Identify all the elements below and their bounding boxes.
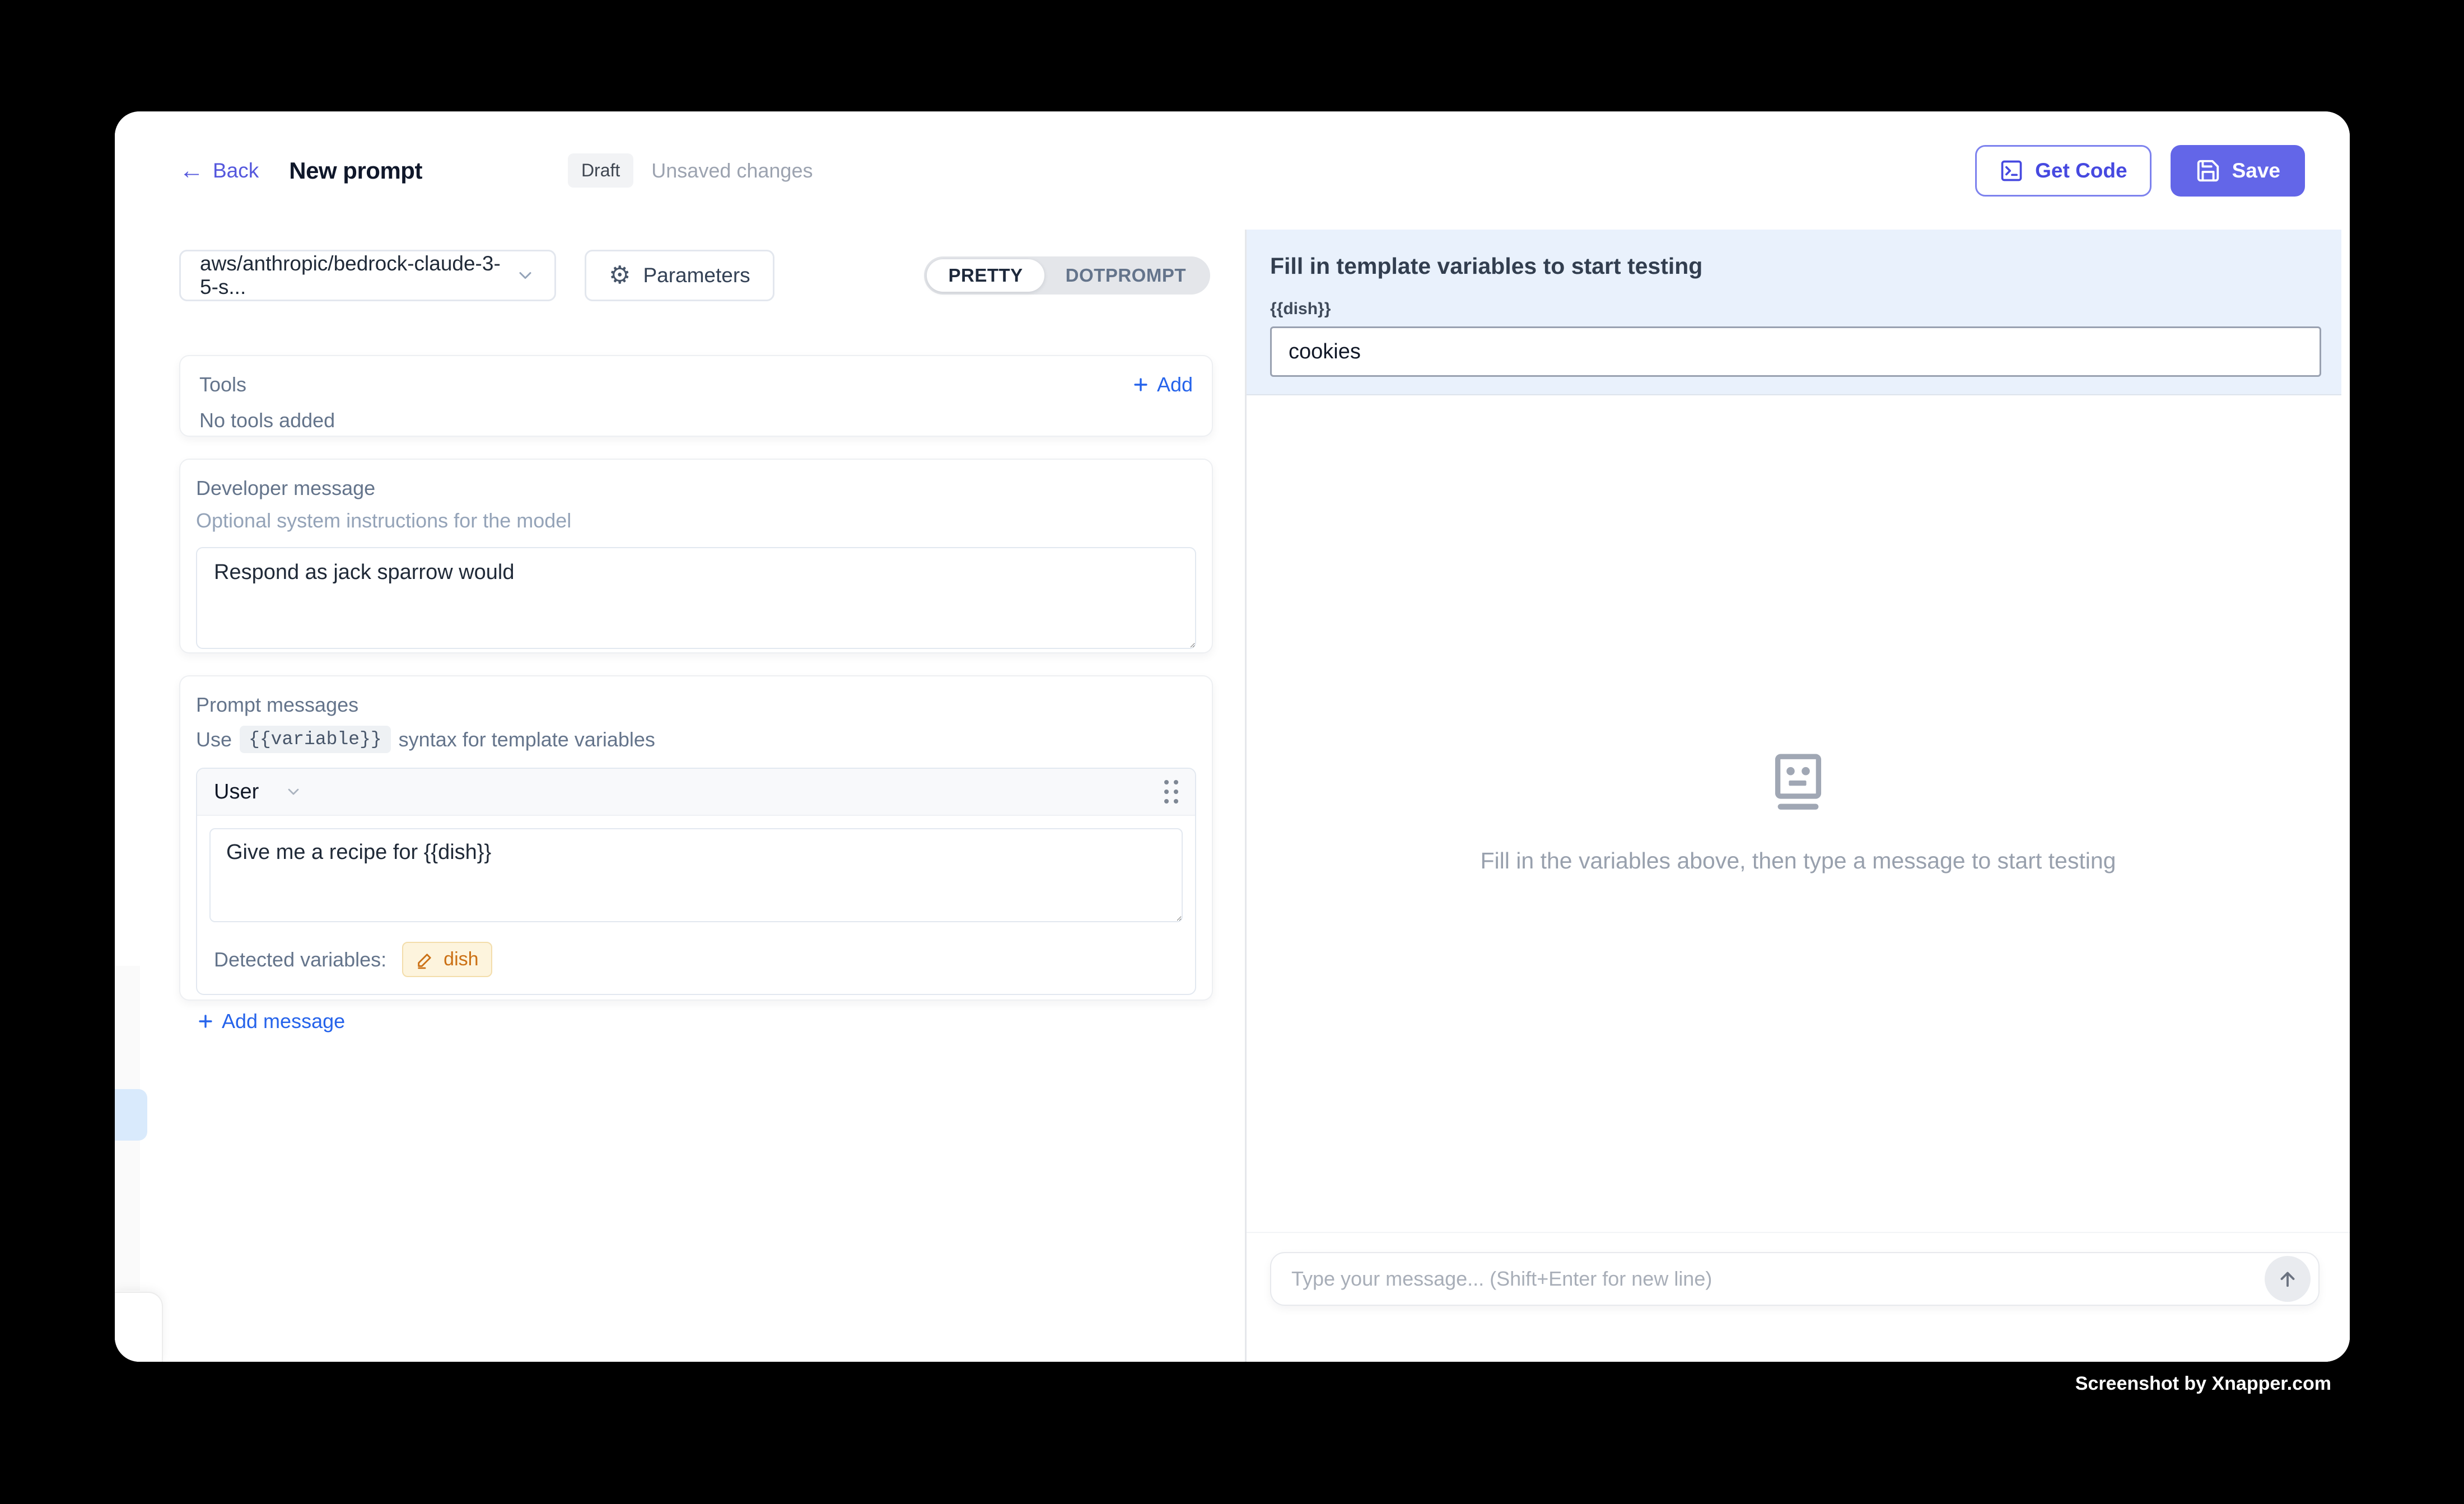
get-code-label: Get Code [2035,159,2127,183]
pencil-icon [416,950,435,969]
hint-suffix: syntax for template variables [399,728,655,751]
message-block: User Give me a recipe for {{dish}} Detec… [196,768,1196,995]
dish-variable-label: {{dish}} [1270,300,2321,319]
add-tool-button[interactable]: Add [1131,373,1193,396]
sidebar-selected-item-fragment [115,1089,147,1141]
no-tools-text: No tools added [199,409,1193,432]
parameters-button[interactable]: ⚙ Parameters [585,250,774,301]
add-tool-label: Add [1157,373,1193,396]
chevron-down-icon [284,783,302,801]
detected-variables-row: Detected variables: dish [197,937,1195,994]
variables-section-title: Fill in template variables to start test… [1270,253,2321,279]
model-select-value: aws/anthropic/bedrock-claude-3-5-s... [200,252,515,299]
model-select[interactable]: aws/anthropic/bedrock-claude-3-5-s... [179,250,556,301]
page-title: New prompt [289,157,422,184]
role-select-value: User [214,780,259,804]
empty-state-text: Fill in the variables above, then type a… [1481,848,2116,874]
send-button[interactable] [2265,1256,2311,1302]
get-code-button[interactable]: Get Code [1975,145,2151,197]
developer-message-card: Developer message Optional system instru… [179,459,1213,653]
hint-prefix: Use [196,728,232,751]
tools-label: Tools [199,373,246,396]
drag-handle-icon[interactable] [1164,780,1178,804]
save-icon [2195,158,2221,184]
variable-chip-label: dish [444,949,478,970]
template-variables-section: Fill in template variables to start test… [1247,230,2341,395]
status-badge: Draft [568,153,633,188]
composer-area [1247,1232,2350,1362]
top-bar: ← Back New prompt Draft Unsaved changes … [115,111,2350,230]
tester-panel: Fill in template variables to start test… [1245,230,2350,1362]
message-body: Give me a recipe for {{dish}} [197,816,1195,937]
role-select[interactable]: User [214,780,302,804]
plus-icon [1131,375,1150,394]
view-mode-toggle: PRETTY DOTPROMPT [924,256,1210,295]
dish-variable-input[interactable] [1270,326,2321,377]
chat-empty-state: Fill in the variables above, then type a… [1247,395,2350,1232]
chevron-down-icon [515,265,535,286]
topbar-actions: Get Code Save [1975,145,2305,197]
tools-card: Tools Add No tools added [179,355,1213,437]
save-label: Save [2232,159,2280,183]
chat-message-input[interactable] [1291,1267,2265,1291]
plus-icon [196,1012,215,1031]
developer-message-label: Developer message [196,477,1196,500]
back-arrow-icon: ← [179,158,204,183]
robot-face-icon [1772,754,1824,812]
back-button[interactable]: ← Back [179,158,259,183]
toggle-pretty[interactable]: PRETTY [927,259,1044,292]
app-window: ← Back New prompt Draft Unsaved changes … [115,111,2350,1362]
composer [1270,1252,2320,1306]
editor-toolbar: aws/anthropic/bedrock-claude-3-5-s... ⚙ … [179,250,1210,301]
add-message-button[interactable]: Add message [196,1010,1196,1033]
prompt-messages-card: Prompt messages Use {{variable}} syntax … [179,675,1213,1001]
prompt-editor-panel: aws/anthropic/bedrock-claude-3-5-s... ⚙ … [115,230,1245,1362]
toggle-dotprompt[interactable]: DOTPROMPT [1044,259,1207,292]
variable-chip-dish[interactable]: dish [402,942,492,977]
detected-variables-label: Detected variables: [214,948,386,971]
prompt-messages-hint: Use {{variable}} syntax for template var… [196,726,1196,753]
prompt-messages-label: Prompt messages [196,693,1196,717]
add-message-label: Add message [222,1010,345,1033]
developer-message-hint: Optional system instructions for the mod… [196,509,1196,533]
parameters-label: Parameters [643,264,750,287]
developer-message-textarea[interactable]: Respond as jack sparrow would [196,547,1196,649]
user-message-textarea[interactable]: Give me a recipe for {{dish}} [209,828,1183,922]
back-label: Back [213,159,259,183]
terminal-icon [1999,158,2024,183]
save-button[interactable]: Save [2171,145,2305,197]
variable-syntax-chip: {{variable}} [240,726,391,753]
unsaved-changes-text: Unsaved changes [651,159,813,183]
sidebar-popover-fragment [115,1292,163,1362]
arrow-up-icon [2276,1267,2299,1291]
watermark-text: Screenshot by Xnapper.com [2075,1373,2331,1395]
gear-icon: ⚙ [609,263,631,288]
message-header: User [197,769,1195,816]
